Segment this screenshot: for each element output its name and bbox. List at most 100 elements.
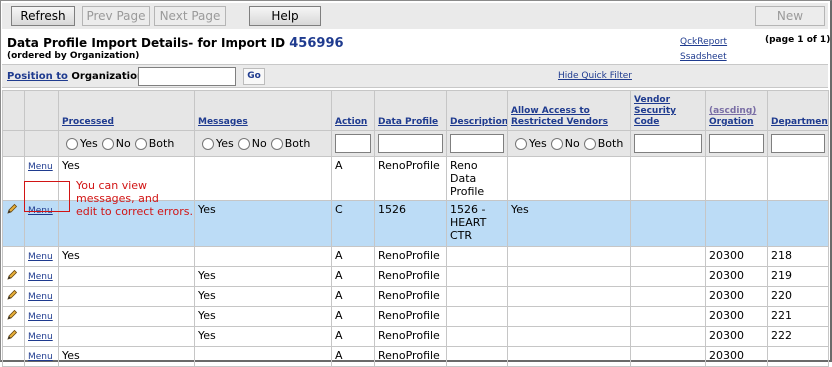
sort-description-link[interactable]: Description xyxy=(450,117,507,128)
hide-quick-filter-link[interactable]: Hide Quick Filter xyxy=(558,71,632,81)
cell-allow-access xyxy=(507,326,631,347)
row-menu-link[interactable]: Menu xyxy=(28,272,53,282)
allow-access-no-radio[interactable] xyxy=(550,137,563,150)
edit-pencil-icon[interactable] xyxy=(6,269,18,284)
edit-pencil-icon[interactable] xyxy=(6,203,18,218)
position-to-link[interactable]: Position to xyxy=(7,71,68,82)
cell-action: A xyxy=(331,306,375,327)
sort-organization-link[interactable]: Orgation xyxy=(709,117,764,128)
row-menu-link[interactable]: Menu xyxy=(28,312,53,322)
row-menu-link[interactable]: Menu xyxy=(28,252,53,262)
vendor-security-filter-input[interactable] xyxy=(634,134,702,153)
processed-no-radio[interactable] xyxy=(101,137,114,150)
sort-allow-access-link[interactable]: Allow Access to Restricted Vendors xyxy=(511,106,627,128)
refresh-button[interactable]: Refresh xyxy=(11,6,75,26)
page-info: (page 1 of 1) xyxy=(765,35,831,45)
cell-allow-access xyxy=(507,346,631,367)
cell-vendor-security xyxy=(630,246,706,267)
data-profile-filter-input[interactable] xyxy=(378,134,443,153)
col-description: Description xyxy=(446,90,508,131)
col-vendor-security: Vendor Security Code xyxy=(630,90,706,131)
org-sort-indicator[interactable]: (ascding) xyxy=(709,106,764,117)
cell-vendor-security xyxy=(630,306,706,327)
radio-label-no: No xyxy=(115,137,131,150)
table-row: Menu Yes A RenoProfile 20300 219 xyxy=(2,266,829,287)
radio-label-both: Both xyxy=(148,137,175,150)
cell-organization: 20300 xyxy=(705,266,768,287)
cell-vendor-security xyxy=(630,200,706,247)
position-to: Position to Organization xyxy=(7,71,144,82)
allow-access-both-radio[interactable] xyxy=(583,137,596,150)
description-filter-input[interactable] xyxy=(450,134,504,153)
prev-page-button[interactable]: Prev Page xyxy=(82,6,150,26)
cell-data-profile: RenoProfile xyxy=(374,326,447,347)
processed-both-radio[interactable] xyxy=(134,137,147,150)
spreadsheet-link[interactable]: Ssadsheet xyxy=(680,50,727,65)
radio-label-both: Both xyxy=(284,137,311,150)
cell-processed xyxy=(58,306,195,327)
edit-cell xyxy=(2,156,25,201)
edit-cell xyxy=(2,346,25,367)
edit-cell xyxy=(2,286,25,307)
sort-data-profile-link[interactable]: Data Profile xyxy=(378,117,443,128)
sort-department-link[interactable]: Department xyxy=(771,117,828,128)
cell-allow-access: Yes xyxy=(507,200,631,247)
cell-action: A xyxy=(331,266,375,287)
department-filter-input[interactable] xyxy=(771,134,825,153)
radio-label-yes: Yes xyxy=(80,137,98,150)
annotation-box xyxy=(24,181,70,212)
radio-label-no: No xyxy=(564,137,580,150)
cell-vendor-security xyxy=(630,346,706,367)
cell-messages xyxy=(194,346,332,367)
sort-vendor-security-link[interactable]: Vendor Security Code xyxy=(634,95,702,128)
cell-vendor-security xyxy=(630,156,706,201)
row-menu-link[interactable]: Menu xyxy=(28,162,53,172)
cell-description: 1526 - HEART CTR xyxy=(446,200,508,247)
cell-description xyxy=(446,326,508,347)
allow-access-yes-radio[interactable] xyxy=(515,137,527,150)
cell-messages: Yes xyxy=(194,200,332,247)
edit-cell xyxy=(2,326,25,347)
action-filter-input[interactable] xyxy=(335,134,371,153)
cell-vendor-security xyxy=(630,266,706,287)
department-filter-cell xyxy=(767,130,829,157)
qck-report-link[interactable]: QckReport xyxy=(680,35,727,50)
sort-messages-link[interactable]: Messages xyxy=(198,117,328,128)
cell-messages: Yes xyxy=(194,306,332,327)
messages-both-radio[interactable] xyxy=(270,137,283,150)
menu-cell: Menu xyxy=(24,266,59,287)
cell-organization xyxy=(705,156,768,201)
cell-department: 221 xyxy=(767,306,829,327)
new-button[interactable]: New xyxy=(755,6,825,26)
quick-filter-bar: Position to Organization Go Hide Quick F… xyxy=(2,64,828,88)
cell-description: Reno Data Profile xyxy=(446,156,508,201)
cell-department xyxy=(767,156,829,201)
organization-filter-input[interactable] xyxy=(709,134,764,153)
position-input[interactable] xyxy=(138,67,236,86)
edit-pencil-icon[interactable] xyxy=(6,289,18,304)
description-filter-cell xyxy=(446,130,508,157)
action-filter-cell xyxy=(331,130,375,157)
next-page-button[interactable]: Next Page xyxy=(154,6,226,26)
sort-action-link[interactable]: Action xyxy=(335,117,371,128)
edit-pencil-icon[interactable] xyxy=(6,309,18,324)
row-menu-link[interactable]: Menu xyxy=(28,332,53,342)
go-button[interactable]: Go xyxy=(243,68,265,85)
edit-pencil-icon[interactable] xyxy=(6,329,18,344)
cell-processed xyxy=(58,326,195,347)
sort-processed-link[interactable]: Processed xyxy=(62,117,191,128)
cell-description xyxy=(446,246,508,267)
cell-department xyxy=(767,346,829,367)
header-row: Processed Messages Action Data Profile D… xyxy=(2,90,829,131)
help-button[interactable]: Help xyxy=(249,6,321,26)
cell-organization: 20300 xyxy=(705,246,768,267)
messages-no-radio[interactable] xyxy=(237,137,250,150)
data-profile-filter-cell xyxy=(374,130,447,157)
messages-yes-radio[interactable] xyxy=(202,137,214,150)
col-allow-access: Allow Access to Restricted Vendors xyxy=(507,90,631,131)
processed-yes-radio[interactable] xyxy=(66,137,78,150)
row-menu-link[interactable]: Menu xyxy=(28,292,53,302)
row-menu-link[interactable]: Menu xyxy=(28,352,53,362)
edit-cell xyxy=(2,200,25,247)
cell-processed xyxy=(58,266,195,287)
